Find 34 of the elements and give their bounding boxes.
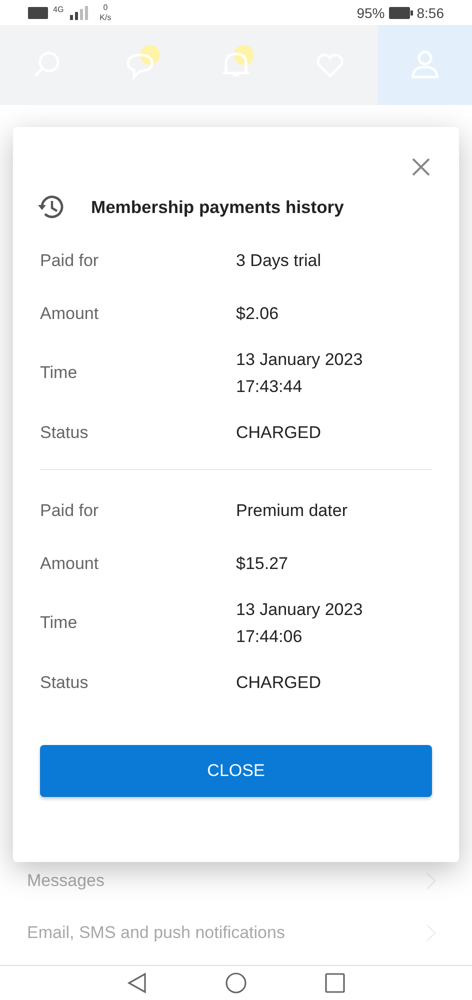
field-label: Time <box>40 613 78 633</box>
network-speed: 0 K/s <box>100 2 112 22</box>
history-icon <box>37 194 65 220</box>
field-label: Status <box>40 422 90 442</box>
field-value: $2.06 <box>236 303 280 325</box>
nav-tab[interactable] <box>378 25 472 105</box>
clock: 8:56 <box>416 4 444 20</box>
network-type: 4G <box>53 4 64 14</box>
dialog-title: Membership payments history <box>91 196 344 218</box>
field-value: CHARGED <box>236 422 322 444</box>
close-button[interactable]: CLOSE <box>40 745 432 797</box>
field-value: Premium dater <box>236 500 348 522</box>
battery-icon <box>388 6 413 18</box>
field-value: 3 Days trial <box>236 250 322 272</box>
field-label: Time <box>40 363 78 383</box>
field-value: 13 January 2023 17:44:06 <box>236 599 364 648</box>
battery-percent: 95% <box>356 4 385 20</box>
field-value: 13 January 2023 17:43:44 <box>236 349 364 398</box>
field-label: Status <box>40 672 90 692</box>
back-icon[interactable] <box>127 972 147 994</box>
volte-icon <box>28 6 48 18</box>
field-value: CHARGED <box>236 672 322 694</box>
close-icon[interactable] <box>412 158 430 176</box>
field-value: $15.27 <box>236 553 289 575</box>
recents-icon[interactable] <box>325 973 345 993</box>
field-label: Amount <box>40 554 100 574</box>
field-label: Amount <box>40 304 100 324</box>
menu-item-label: Messages <box>27 871 104 891</box>
field-label: Paid for <box>40 250 100 270</box>
home-icon[interactable] <box>225 972 247 994</box>
signal-icon <box>68 6 89 20</box>
menu-item-label: Email, SMS and push notifications <box>27 923 285 943</box>
field-label: Paid for <box>40 500 100 520</box>
chevron-right-icon <box>426 872 436 890</box>
